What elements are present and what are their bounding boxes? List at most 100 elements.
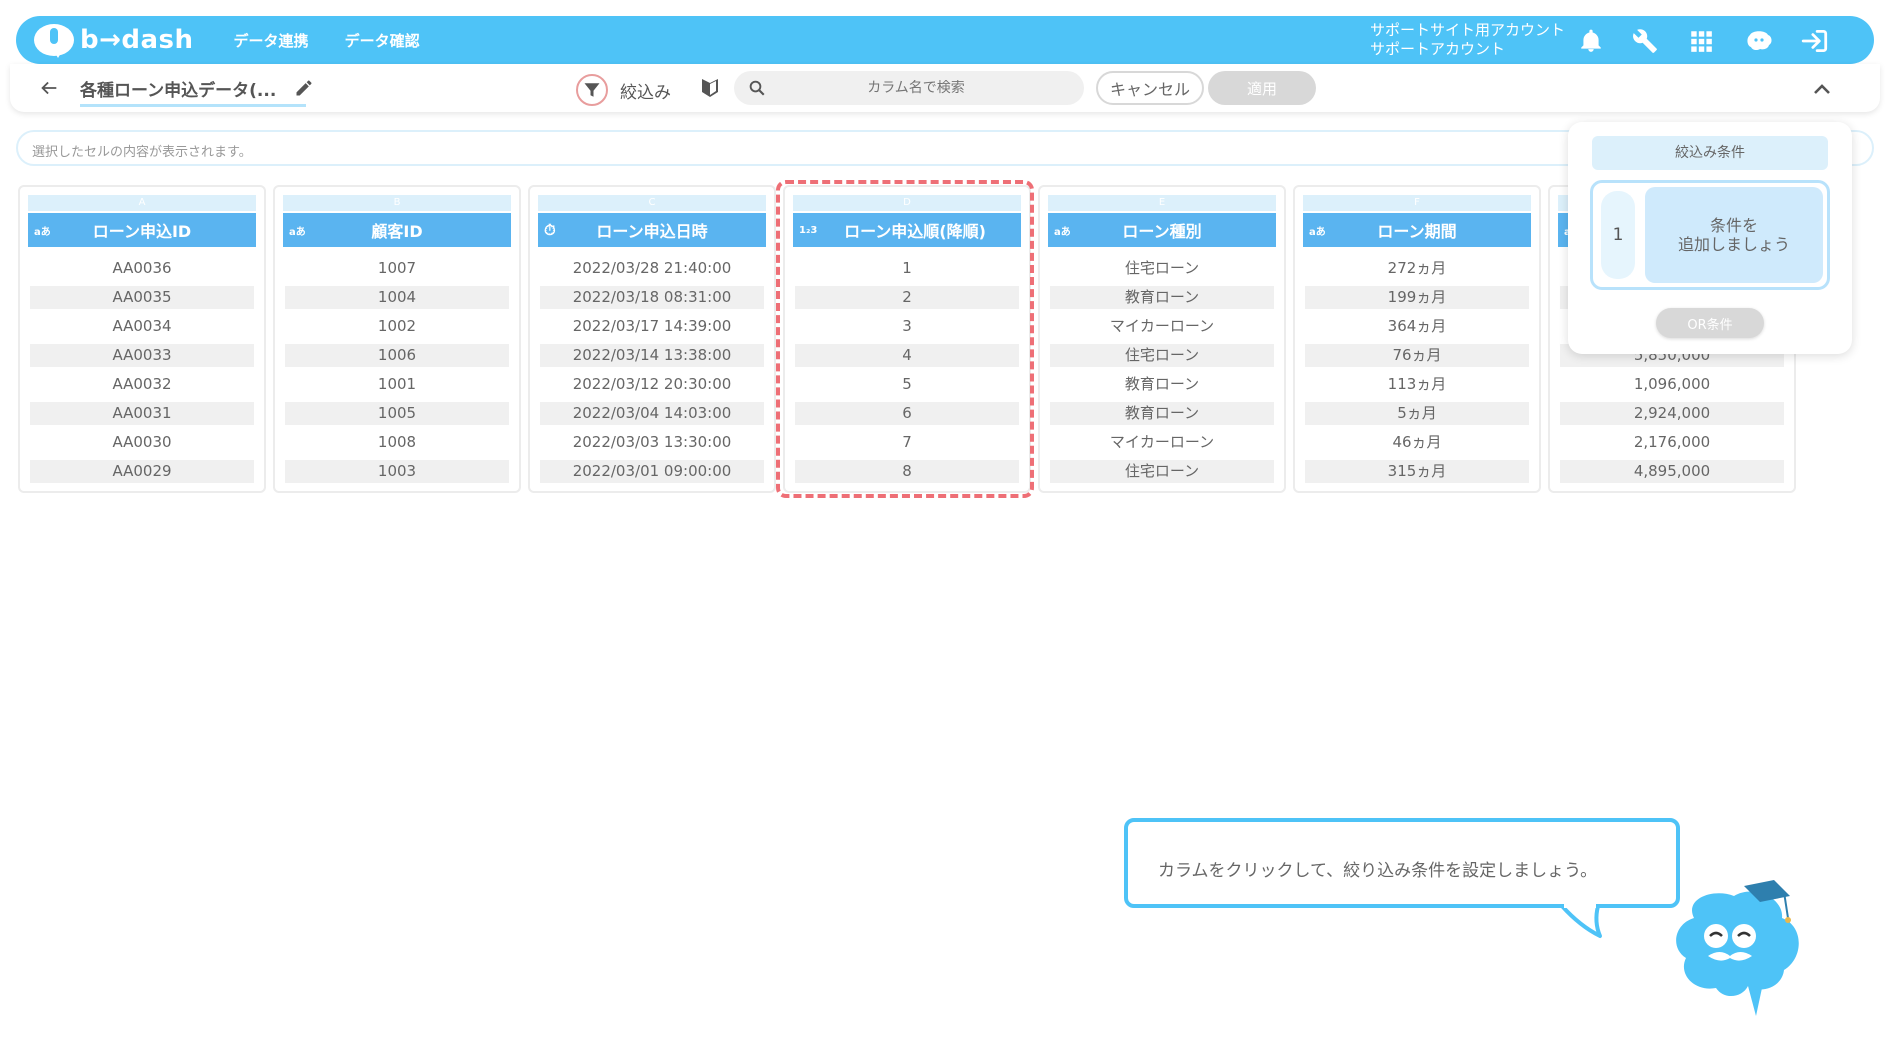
table-cell[interactable]: 4 bbox=[795, 344, 1019, 367]
table-cell[interactable]: 1003 bbox=[285, 460, 509, 483]
add-condition-line-1: 条件を bbox=[1709, 216, 1758, 235]
table-cell[interactable]: 1001 bbox=[285, 373, 509, 396]
apply-button[interactable]: 適用 bbox=[1208, 71, 1316, 105]
table-cell[interactable]: AA0032 bbox=[30, 373, 254, 396]
table-cell[interactable]: 1002 bbox=[285, 315, 509, 338]
table-cell[interactable]: 1006 bbox=[285, 344, 509, 367]
table-cell[interactable]: 2,924,000 bbox=[1560, 402, 1784, 425]
table-cell[interactable]: 315ヵ月 bbox=[1305, 460, 1529, 483]
column-header-label: ローン申込日時 bbox=[596, 222, 708, 241]
table-cell[interactable]: AA0034 bbox=[30, 315, 254, 338]
table-cell[interactable]: 272ヵ月 bbox=[1305, 257, 1529, 280]
account-info[interactable]: サポートサイト用アカウント サポートアカウント bbox=[1370, 21, 1565, 59]
table-cell[interactable]: 教育ローン bbox=[1050, 286, 1274, 309]
table-cell[interactable]: 1008 bbox=[285, 431, 509, 454]
column-header[interactable]: 1₂3 ローン申込順(降順) bbox=[793, 213, 1021, 247]
logo[interactable]: b→dash bbox=[34, 24, 194, 58]
add-condition-area[interactable]: 条件を 追加しましょう bbox=[1645, 187, 1823, 283]
table-cell[interactable]: 住宅ローン bbox=[1050, 257, 1274, 280]
table-cell[interactable]: 1,096,000 bbox=[1560, 373, 1784, 396]
beginner-mark-icon[interactable] bbox=[698, 76, 722, 100]
table-cell[interactable]: 教育ローン bbox=[1050, 402, 1274, 425]
table-cell[interactable]: 2022/03/12 20:30:00 bbox=[540, 373, 764, 396]
column-search[interactable] bbox=[734, 71, 1084, 105]
table-cell[interactable]: 住宅ローン bbox=[1050, 344, 1274, 367]
or-condition-button[interactable]: OR条件 bbox=[1656, 308, 1764, 338]
table-cell[interactable]: AA0031 bbox=[30, 402, 254, 425]
table-cell[interactable]: 199ヵ月 bbox=[1305, 286, 1529, 309]
column-header[interactable]: aあ ローン種別 bbox=[1048, 213, 1276, 247]
cancel-button[interactable]: キャンセル bbox=[1096, 71, 1204, 105]
grid-menu-icon[interactable] bbox=[1688, 28, 1714, 54]
mascot-help-icon[interactable] bbox=[1744, 28, 1774, 54]
table-cell[interactable]: 1 bbox=[795, 257, 1019, 280]
table-cell[interactable]: 1004 bbox=[285, 286, 509, 309]
table-cell[interactable]: 2022/03/18 08:31:00 bbox=[540, 286, 764, 309]
table-cell[interactable]: 教育ローン bbox=[1050, 373, 1274, 396]
bell-icon[interactable] bbox=[1578, 28, 1604, 54]
column-letter: B bbox=[283, 195, 511, 211]
column-header[interactable]: aあ ローン期間 bbox=[1303, 213, 1531, 247]
table-cell[interactable]: 2022/03/03 13:30:00 bbox=[540, 431, 764, 454]
page-title[interactable]: 各種ローン申込データ(... bbox=[80, 76, 306, 107]
column-d[interactable]: D 1₂3 ローン申込順(降順) 1 2 3 4 5 6 7 8 bbox=[783, 185, 1031, 493]
table-cell[interactable]: 7 bbox=[795, 431, 1019, 454]
column-header[interactable]: ⏱ ローン申込日時 bbox=[538, 213, 766, 247]
search-input[interactable] bbox=[776, 80, 1056, 96]
table-cell[interactable]: 2 bbox=[795, 286, 1019, 309]
column-a[interactable]: A aあ ローン申込ID AA0036 AA0035 AA0034 AA0033 AA00… bbox=[18, 185, 266, 493]
column-header[interactable]: aあ ローン申込ID bbox=[28, 213, 256, 247]
tooltip-tail bbox=[1560, 904, 1602, 938]
table-cell[interactable]: 364ヵ月 bbox=[1305, 315, 1529, 338]
table-cell[interactable]: AA0029 bbox=[30, 460, 254, 483]
table-cell[interactable]: マイカーローン bbox=[1050, 315, 1274, 338]
text-type-icon: aあ bbox=[1309, 226, 1326, 238]
column-header[interactable]: aあ 顧客ID bbox=[283, 213, 511, 247]
table-cell[interactable]: AA0030 bbox=[30, 431, 254, 454]
column-letter: E bbox=[1048, 195, 1276, 211]
nav-data-check[interactable]: データ確認 bbox=[345, 30, 420, 51]
column-b[interactable]: B aあ 顧客ID 1007 1004 1002 1006 1001 1005 1008 100… bbox=[273, 185, 521, 493]
table-cell[interactable]: 3 bbox=[795, 315, 1019, 338]
table-cell[interactable]: 2022/03/04 14:03:00 bbox=[540, 402, 764, 425]
table-cell[interactable]: AA0036 bbox=[30, 257, 254, 280]
pencil-icon[interactable] bbox=[294, 78, 314, 98]
table-cell[interactable]: 2022/03/01 09:00:00 bbox=[540, 460, 764, 483]
table-cell[interactable]: AA0035 bbox=[30, 286, 254, 309]
table-cell[interactable]: 113ヵ月 bbox=[1305, 373, 1529, 396]
logout-icon[interactable] bbox=[1800, 28, 1830, 54]
number-type-icon: 1₂3 bbox=[799, 224, 818, 236]
table-cell[interactable]: マイカーローン bbox=[1050, 431, 1274, 454]
back-arrow-icon[interactable] bbox=[38, 77, 60, 99]
table-cell[interactable]: 住宅ローン bbox=[1050, 460, 1274, 483]
table-cell[interactable]: 2022/03/28 21:40:00 bbox=[540, 257, 764, 280]
column-e[interactable]: E aあ ローン種別 住宅ローン 教育ローン マイカーローン 住宅ローン 教育ローン 教育ロ… bbox=[1038, 185, 1286, 493]
nav-data-integration[interactable]: データ連携 bbox=[234, 30, 309, 51]
column-header-label: 顧客ID bbox=[371, 222, 423, 241]
table-cell[interactable]: 1007 bbox=[285, 257, 509, 280]
table-cell[interactable]: 2,176,000 bbox=[1560, 431, 1784, 454]
column-letter: F bbox=[1303, 195, 1531, 211]
column-letter: C bbox=[538, 195, 766, 211]
table-cell[interactable]: 4,895,000 bbox=[1560, 460, 1784, 483]
table-cell[interactable]: 1005 bbox=[285, 402, 509, 425]
chevron-up-icon[interactable] bbox=[1810, 77, 1834, 101]
table-cell[interactable]: 2022/03/17 14:39:00 bbox=[540, 315, 764, 338]
table-cell[interactable]: 5 bbox=[795, 373, 1019, 396]
filter-panel-title: 絞込み条件 bbox=[1592, 136, 1828, 170]
search-icon bbox=[749, 80, 765, 96]
funnel-icon bbox=[584, 83, 600, 97]
table-cell[interactable]: AA0033 bbox=[30, 344, 254, 367]
column-f[interactable]: F aあ ローン期間 272ヵ月 199ヵ月 364ヵ月 76ヵ月 113ヵ月 5ヵ月 46ヵ… bbox=[1293, 185, 1541, 493]
column-c[interactable]: C ⏱ ローン申込日時 2022/03/28 21:40:00 2022/03/18… bbox=[528, 185, 776, 493]
table-cell[interactable]: 8 bbox=[795, 460, 1019, 483]
table-cell[interactable]: 2022/03/14 13:38:00 bbox=[540, 344, 764, 367]
text-type-icon: aあ bbox=[289, 226, 306, 238]
table-cell[interactable]: 6 bbox=[795, 402, 1019, 425]
table-cell[interactable]: 76ヵ月 bbox=[1305, 344, 1529, 367]
table-cell[interactable]: 46ヵ月 bbox=[1305, 431, 1529, 454]
filter-button[interactable] bbox=[576, 74, 608, 106]
wrench-icon[interactable] bbox=[1632, 28, 1658, 54]
add-condition-line-2: 追加しましょう bbox=[1677, 235, 1790, 254]
table-cell[interactable]: 5ヵ月 bbox=[1305, 402, 1529, 425]
